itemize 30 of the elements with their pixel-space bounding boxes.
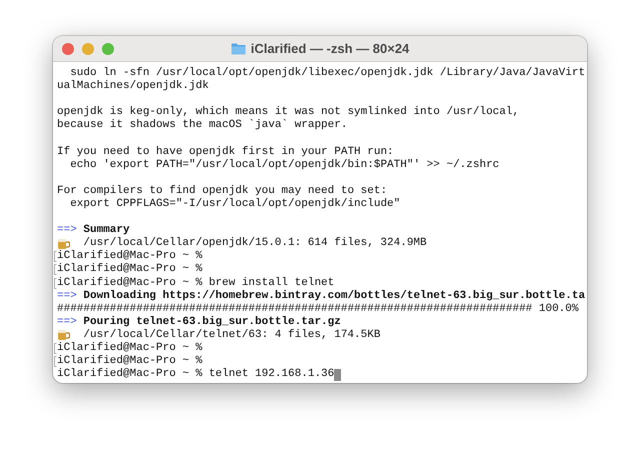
output-text: /usr/local/Cellar/telnet/63: 4 files, 174.5KB	[83, 328, 380, 342]
arrow-marker: ==>	[57, 290, 77, 303]
heading-text: Summary	[83, 224, 130, 237]
close-button[interactable]	[62, 42, 74, 54]
folder-icon	[230, 42, 246, 54]
heading-text: Downloading https://homebrew.bintray.com/bottles/telnet-63.big_sur.bottle.ta	[83, 290, 586, 303]
beer-mug-icon	[57, 238, 70, 250]
output-text: echo 'export PATH="/usr/local/opt/openjdk/bin:$PATH"' >> ~/.zshrc	[69, 158, 500, 172]
zoom-button[interactable]	[102, 42, 114, 54]
output-text: ######################################################################## 100.0%	[57, 302, 578, 316]
window-title: iClarified — -zsh — 80×24	[250, 41, 410, 56]
output-text: export CPPFLAGS="-I/usr/local/opt/openjdk/include"	[69, 198, 400, 212]
heading-text: Pouring telnet-63.big_sur.bottle.tar.gz	[83, 316, 341, 329]
output-text: /usr/local/Cellar/openjdk/15.0.1: 614 files, 324.9MB	[83, 237, 427, 250]
arrow-marker: ==>	[57, 316, 77, 329]
output-text: openjdk is keg-only, which means it was not symlinked into /usr/local,	[57, 106, 520, 119]
output-text: For compilers to find openjdk you may need to set:	[57, 184, 388, 198]
prompt-text: iClarified@Mac-Pro ~ % telnet 192.168.1.36	[57, 368, 334, 382]
arrow-marker: ==>	[57, 224, 77, 238]
output-text: sudo ln -sfn /usr/local/opt/openjdk/libexec/openjdk.jdk /Library/Java/JavaVirt	[69, 67, 586, 80]
beer-mug-icon	[57, 329, 70, 342]
output-text: If you need to have openjdk first in your PATH run:	[57, 146, 394, 159]
prompt-text: iClarified@Mac-Pro ~ %	[57, 355, 202, 368]
prompt-text: iClarified@Mac-Pro ~ % brew install telnet	[57, 276, 334, 290]
minimize-button[interactable]	[82, 42, 94, 54]
output-text: ualMachines/openjdk.jdk	[57, 80, 209, 94]
output-text: because it shadows the macOS `java` wrapper.	[57, 119, 348, 132]
prompt-text: iClarified@Mac-Pro ~ %	[57, 263, 202, 276]
prompt-text: iClarified@Mac-Pro ~ %	[57, 250, 202, 263]
prompt-text: iClarified@Mac-Pro ~ %	[57, 342, 202, 355]
